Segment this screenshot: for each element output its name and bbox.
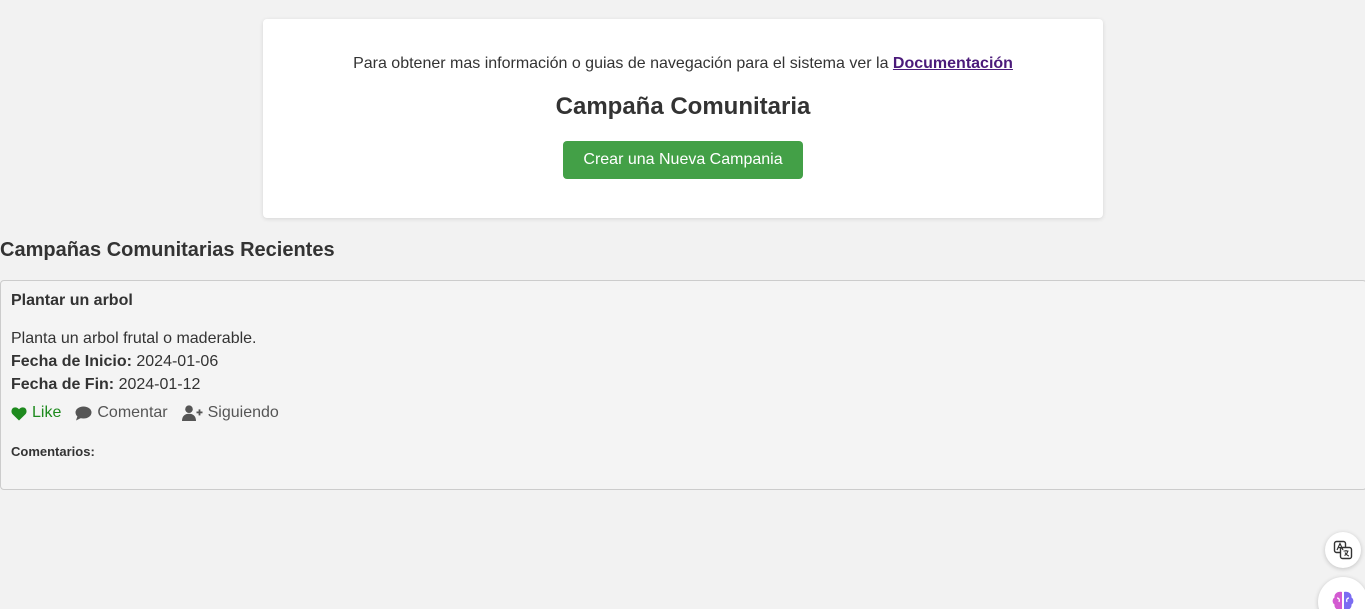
follow-label: Siguiendo [207,404,279,421]
documentation-link[interactable]: Documentación [893,55,1013,72]
heart-icon [11,406,27,420]
create-campaign-button[interactable]: Crear una Nueva Campania [563,141,803,179]
header-card: Para obtener mas información o guias de … [263,19,1103,218]
like-button[interactable]: Like [11,403,61,423]
start-date-label: Fecha de Inicio: [11,353,132,370]
campaign-end-date: Fecha de Fin: 2024-01-12 [11,375,200,395]
campaign-description: Planta un arbol frutal o maderable. [11,330,257,347]
campaign-title: Plantar un arbol [11,292,133,309]
campaign-start-date: Fecha de Inicio: 2024-01-06 [11,352,218,372]
end-date-value: 2024-01-12 [118,376,201,393]
comment-label: Comentar [97,404,168,421]
campaign-actions: Like Comentar Siguiendo [11,403,293,423]
comments-heading: Comentarios: [11,444,95,459]
translate-button[interactable] [1325,532,1361,568]
follow-button[interactable]: Siguiendo [181,403,279,423]
campaign-card: Plantar un arbol Planta un arbol frutal … [0,280,1365,490]
translate-icon [1333,540,1353,560]
end-date-label: Fecha de Fin: [11,376,115,393]
brain-icon [1332,591,1354,609]
user-plus-icon [181,405,203,421]
page: Para obtener mas información o guias de … [0,0,1365,609]
documentation-notice: Para obtener mas información o guias de … [263,54,1103,74]
like-label: Like [32,404,62,421]
comment-icon [75,406,92,420]
assistant-button[interactable] [1318,577,1365,609]
page-title: Campaña Comunitaria [555,93,811,120]
documentation-text: Para obtener mas información o guias de … [353,55,889,72]
comment-button[interactable]: Comentar [75,403,168,423]
start-date-value: 2024-01-06 [136,353,219,370]
recent-campaigns-heading: Campañas Comunitarias Recientes [0,239,335,261]
